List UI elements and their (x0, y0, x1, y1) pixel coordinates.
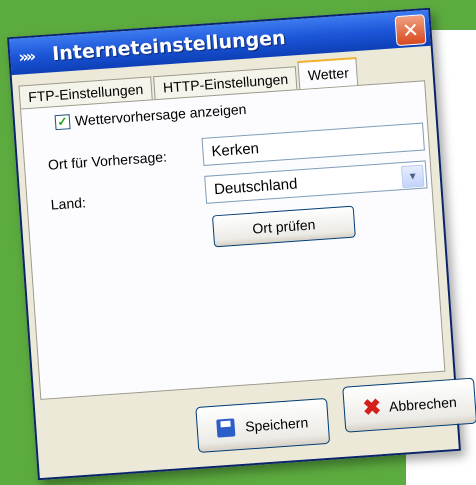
floppy-disk-icon (216, 418, 236, 438)
country-label: Land: (50, 194, 87, 213)
cancel-label: Abbrechen (388, 393, 458, 415)
window-title: Interneteinstellungen (51, 26, 287, 66)
red-x-icon: ✖ (361, 394, 382, 421)
close-icon: ✕ (401, 17, 420, 43)
save-label: Speichern (244, 414, 309, 435)
country-value: Deutschland (213, 174, 298, 198)
cancel-button[interactable]: ✖ Abbrechen (342, 377, 476, 433)
double-chevron-icon: »» (17, 46, 34, 67)
save-button[interactable]: Speichern (195, 397, 331, 453)
chevron-down-icon[interactable]: ▼ (400, 164, 425, 189)
settings-dialog: »» Interneteinstellungen ✕ FTP-Einstellu… (7, 7, 476, 481)
tab-weather[interactable]: Wetter (297, 56, 359, 90)
close-button[interactable]: ✕ (394, 14, 427, 47)
show-forecast-checkbox[interactable]: ✓ (54, 113, 71, 130)
